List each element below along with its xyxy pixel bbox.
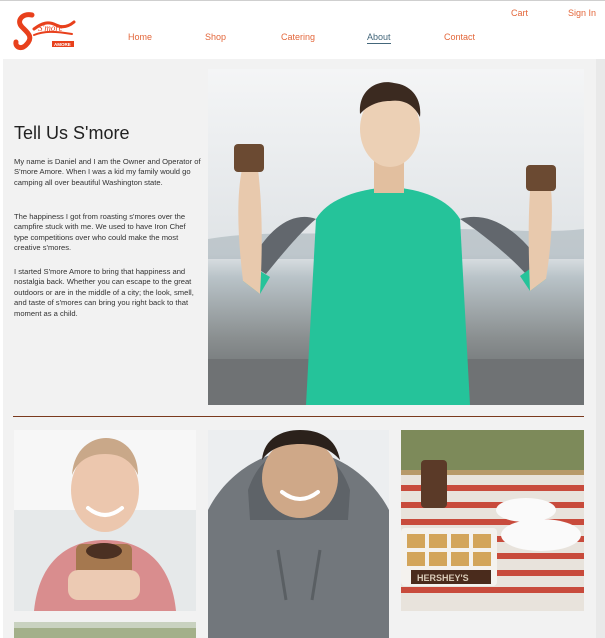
section-divider [13,416,584,417]
svg-text:HERSHEY'S: HERSHEY'S [417,573,469,583]
gallery-photo-picnic: HERSHEY'S [401,430,584,611]
cart-link[interactable]: Cart [511,8,528,18]
about-section: Tell Us S'more My name is Daniel and I a… [3,59,596,638]
nav-home[interactable]: Home [128,32,152,42]
nav-shop[interactable]: Shop [205,32,226,42]
site-header: S'more AMORE Cart Sign In Home Shop Cate… [0,1,605,59]
nav-catering[interactable]: Catering [281,32,315,42]
hero-photo [208,69,584,405]
page-title: Tell Us S'more [14,123,130,143]
gallery-photo-man [208,430,389,638]
gallery-photo-woman [14,430,196,611]
sign-in-link[interactable]: Sign In [568,8,596,18]
main-nav: Home Shop Catering About Contact [0,32,605,46]
about-paragraph-1: My name is Daniel and I am the Owner and… [14,157,201,187]
gallery-photo-outdoor [14,622,196,638]
about-paragraph-2: The happiness I got from roasting s'more… [14,212,186,253]
nav-about[interactable]: About [367,32,391,44]
page-scrollbar[interactable] [596,59,605,638]
about-paragraph-3: I started S'more Amore to bring that hap… [14,267,194,318]
nav-contact[interactable]: Contact [444,32,475,42]
